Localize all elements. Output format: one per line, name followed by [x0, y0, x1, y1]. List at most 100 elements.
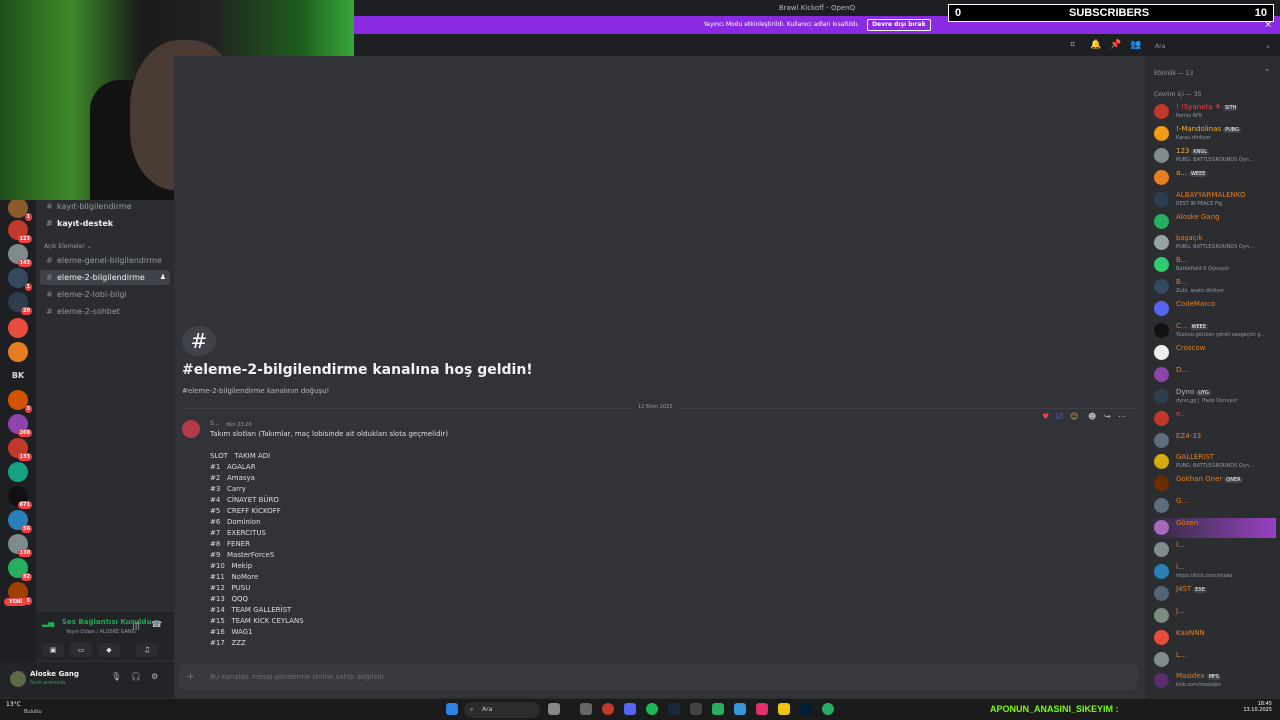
microphone-icon[interactable]: 🎙 — [111, 672, 121, 681]
photoshop-icon[interactable] — [800, 703, 812, 715]
activity-header[interactable]: Etkinlik — 13 — [1154, 70, 1193, 77]
bell-icon[interactable]: 🔔 — [1090, 40, 1101, 50]
member-item[interactable]: J... — [1152, 606, 1276, 626]
member-item[interactable]: Croscow — [1152, 343, 1276, 363]
add-member-icon[interactable]: ♟ — [160, 270, 166, 285]
noise-suppression-icon[interactable]: ||| — [132, 621, 140, 630]
server-icon[interactable]: 671 — [8, 486, 32, 509]
member-item[interactable]: 123 KNGL PUBG: BATTLEGROUNDS Oyn... — [1152, 146, 1276, 166]
disconnect-icon[interactable]: ☎ — [151, 620, 162, 630]
screen-share-button[interactable]: ▭ — [70, 643, 92, 657]
more-options-icon[interactable]: ⋯ — [1118, 412, 1126, 421]
signal-icon[interactable]: ▂▄ — [42, 618, 54, 627]
member-item[interactable]: Gokhan Oner ONER — [1152, 474, 1276, 494]
avatar[interactable] — [10, 671, 26, 687]
edge-icon[interactable] — [734, 703, 746, 715]
server-icon[interactable]: 82 — [8, 558, 32, 581]
headphones-icon[interactable]: 🎧 — [131, 672, 141, 681]
server-icon[interactable]: 123 — [8, 220, 32, 243]
threads-icon[interactable]: ⌗ — [1070, 40, 1075, 50]
member-item[interactable]: C... WEEE Yüzünü görülen göreli vazgeçtin … — [1152, 321, 1276, 341]
activity-button[interactable]: ◆ — [98, 643, 120, 657]
member-item[interactable]: L... — [1152, 650, 1276, 670]
taskbar-search[interactable]: ⌕ Ara — [464, 702, 540, 718]
message-composer[interactable]: + Bu kanalda mesaj gönderme iznine sahip… — [178, 664, 1138, 690]
pin-icon[interactable]: 📌 — [1110, 40, 1121, 50]
member-item[interactable]: B... Zubi, asato dinliyor — [1152, 277, 1276, 297]
member-item[interactable]: e... — [1152, 409, 1276, 429]
server-icon[interactable]: 130 — [8, 534, 32, 557]
member-item[interactable]: !-Mandolinas PUBG Karau dinliyor — [1152, 124, 1276, 144]
member-item[interactable]: GALLERIST PUBG: BATTLEGROUNDS Oyn... — [1152, 452, 1276, 472]
add-reaction-icon[interactable]: ☻ — [1088, 412, 1096, 421]
channel-eleme-2-bilgilendirme[interactable]: # eleme-2-bilgilendirme ♟ — [40, 270, 170, 285]
steam-icon[interactable] — [668, 703, 680, 715]
server-icon[interactable]: 20 — [8, 292, 32, 315]
message-author-avatar[interactable] — [182, 420, 200, 438]
channel-kayit-bilgilendirme[interactable]: # kayıt-bilgilendirme — [40, 199, 170, 214]
member-item[interactable]: CodeMarco — [1152, 299, 1276, 319]
server-icon[interactable]: 1 — [8, 268, 32, 291]
voice-room[interactable]: Yayın Odası / ALOSKE GANG — [66, 629, 136, 635]
member-item[interactable]: ALBAYYARMALENKO REST IN PEACE Fig — [1152, 190, 1276, 210]
server-icon[interactable]: 56 — [8, 510, 32, 533]
member-name-text: B... — [1176, 278, 1188, 287]
server-icon[interactable]: 133 — [8, 438, 32, 461]
soundboard-button[interactable]: ♫ — [136, 643, 158, 657]
obs-icon[interactable] — [822, 703, 834, 715]
emoji-reaction-icon[interactable]: ☺ — [1070, 412, 1078, 421]
channel-eleme-genel-bilgilendirme[interactable]: # eleme-genel-bilgilendirme — [40, 253, 170, 268]
channel-kayit-destek[interactable]: # kayıt-destek — [40, 216, 170, 231]
folder-icon[interactable] — [778, 703, 790, 715]
weather-temp[interactable]: 13°C — [6, 701, 21, 708]
server-icon[interactable]: 1 — [8, 198, 32, 221]
member-item[interactable]: Gözen — [1152, 518, 1276, 539]
xbox-icon[interactable] — [712, 703, 724, 715]
member-item[interactable]: başaçık PUBG: BATTLEGROUNDS Oyn... — [1152, 233, 1276, 253]
widget-icon[interactable] — [548, 703, 560, 715]
server-icon[interactable] — [8, 318, 28, 338]
server-icon[interactable] — [8, 462, 28, 482]
camera-button[interactable]: ▣ — [42, 643, 64, 657]
check-reaction-icon[interactable]: ☑ — [1056, 412, 1063, 421]
disable-streamer-mode-button[interactable]: Devre dışı bırak — [867, 19, 931, 31]
member-item[interactable]: Masidex MFS kick.com/masidex — [1152, 671, 1276, 691]
member-list-icon[interactable]: 👥 — [1130, 40, 1141, 50]
epic-icon[interactable] — [690, 703, 702, 715]
member-item[interactable]: G... — [1152, 496, 1276, 516]
server-icon[interactable]: 3 — [8, 390, 32, 413]
member-item[interactable]: B... Battlefield 6 Oynuyor — [1152, 255, 1276, 275]
settings-gear-icon[interactable]: ⚙ — [151, 672, 158, 681]
member-item[interactable]: Dyno UYG dyno.gg | ?help Oynuyor — [1152, 387, 1276, 407]
member-item[interactable]: İ... — [1152, 540, 1276, 560]
heart-reaction-icon[interactable]: ♥ — [1042, 412, 1049, 421]
channel-eleme-2-lobi-bilgi[interactable]: # eleme-2-lobi-bilgi — [40, 287, 170, 302]
chevron-up-icon[interactable]: ⌃ — [1264, 68, 1270, 76]
task-view-icon[interactable] — [580, 703, 592, 715]
clock[interactable]: 18:45 13.10.2025 — [1243, 701, 1272, 713]
member-item[interactable]: J4ST EXE — [1152, 584, 1276, 604]
search-input[interactable]: Ara ⌕ — [1150, 40, 1274, 54]
member-item[interactable]: KaaNNN — [1152, 628, 1276, 648]
server-icon[interactable] — [8, 342, 28, 362]
server-icon[interactable]: 143 — [8, 244, 32, 267]
opera-icon[interactable] — [602, 703, 614, 715]
new-badge[interactable]: YENİ — [4, 598, 28, 606]
discord-icon[interactable] — [624, 703, 636, 715]
member-item[interactable]: Aloske Gang — [1152, 212, 1276, 232]
member-item[interactable]: D... — [1152, 365, 1276, 385]
server-icon[interactable]: 269 — [8, 414, 32, 437]
member-item[interactable]: EZ4-33 — [1152, 431, 1276, 451]
member-item[interactable]: İ... https://kick.com/shako — [1152, 562, 1276, 582]
forward-icon[interactable]: ↪ — [1104, 412, 1111, 421]
server-icon[interactable]: BK — [8, 366, 28, 386]
member-item[interactable]: ! !Syanata ⚘ SITH Parnis AFK — [1152, 102, 1276, 122]
channel-eleme-2-sohbet[interactable]: # eleme-2-sohbet — [40, 304, 170, 319]
member-item[interactable]: a... WEEE — [1152, 168, 1276, 188]
instagram-icon[interactable] — [756, 703, 768, 715]
category-acik-elemeler[interactable]: Açık Elemeler ⌄ — [44, 243, 92, 250]
spotify-icon[interactable] — [646, 703, 658, 715]
username[interactable]: Aloske Gang — [30, 670, 79, 678]
message-author[interactable]: S... — [210, 420, 220, 427]
start-icon[interactable] — [446, 703, 458, 715]
